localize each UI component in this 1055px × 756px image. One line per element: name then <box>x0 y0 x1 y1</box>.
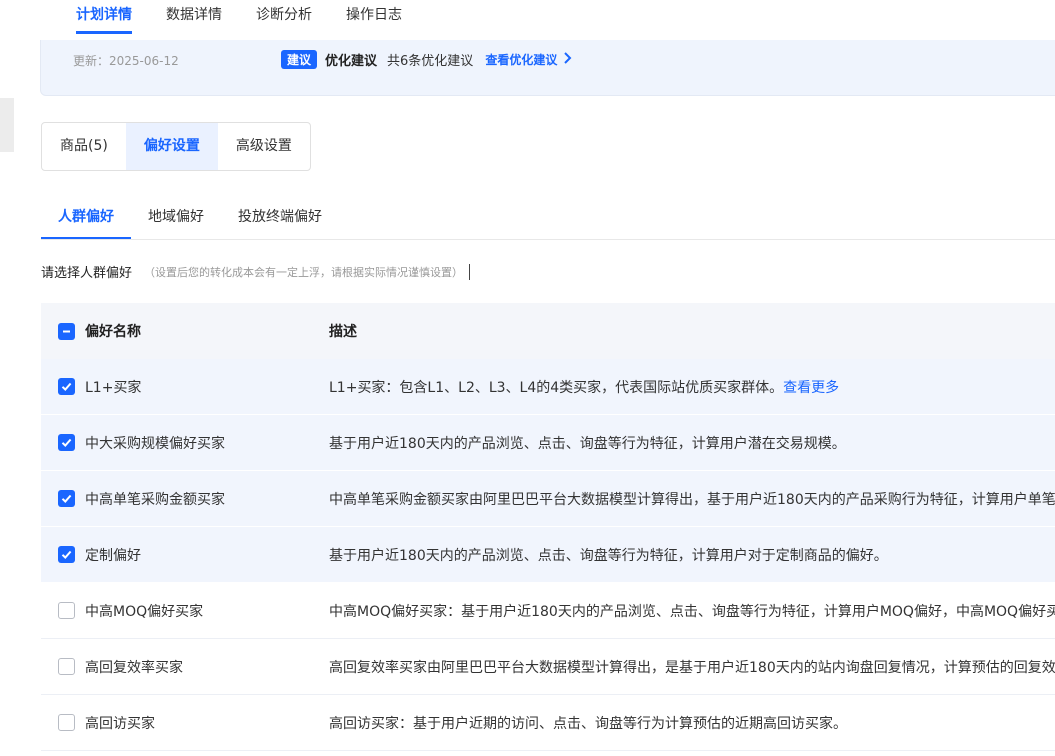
row-name: 中高单笔采购金额买家 <box>85 491 225 508</box>
tab-audience-preference[interactable]: 人群偏好 <box>41 200 131 239</box>
tab-device-preference[interactable]: 投放终端偏好 <box>221 200 339 239</box>
header-description: 描述 <box>329 324 357 340</box>
table-row[interactable]: 中高MOQ偏好买家 中高MOQ偏好买家：基于用户近180天内的产品浏览、点击、询盘… <box>41 583 1055 639</box>
tab-data-details[interactable]: 数据详情 <box>166 0 222 40</box>
tab-diagnosis[interactable]: 诊断分析 <box>256 0 312 40</box>
row-description-cell: 高回复效率买家由阿里巴巴平台大数据模型计算得出，是基于用户近180天内的站内询盘… <box>329 657 1055 677</box>
row-name-cell: 中高MOQ偏好买家 <box>41 601 329 621</box>
suggestion-summary: 建议 优化建议 共6条优化建议 查看优化建议 <box>281 50 572 69</box>
unchecked-checkbox[interactable] <box>58 602 75 619</box>
table-header: 偏好名称 描述 <box>41 303 1055 359</box>
row-name: 高回访买家 <box>85 715 155 732</box>
select-all-checkbox[interactable] <box>58 322 75 340</box>
row-name-cell: 中大采购规模偏好买家 <box>41 433 329 453</box>
row-description-cell: 高回访买家：基于用户近期的访问、点击、询盘等行为计算预估的近期高回访买家。 <box>329 713 1055 733</box>
prompt-label: 请选择人群偏好 <box>41 266 133 281</box>
audience-prompt: 请选择人群偏好 （设置后您的转化成本会有一定上浮，请根据实际情况谨慎设置） <box>41 262 471 281</box>
row-name: 中高MOQ偏好买家 <box>85 603 204 620</box>
check-icon <box>61 550 72 559</box>
table-row[interactable]: 中大采购规模偏好买家 基于用户近180天内的产品浏览、点击、询盘等行为特征，计算用… <box>41 415 1055 471</box>
chevron-right-icon[interactable] <box>563 51 572 68</box>
table-row[interactable]: 高回复效率买家 高回复效率买家由阿里巴巴平台大数据模型计算得出，是基于用户近180… <box>41 639 1055 695</box>
row-description-cell: 中高单笔采购金额买家由阿里巴巴平台大数据模型计算得出，基于用户近180天内的产品… <box>329 489 1055 509</box>
checked-checkbox[interactable] <box>58 434 75 451</box>
row-name-cell: 高回复效率买家 <box>41 657 329 677</box>
tab-operation-log[interactable]: 操作日志 <box>346 0 402 40</box>
row-name: 中大采购规模偏好买家 <box>85 435 225 452</box>
left-edge-panel <box>0 98 14 152</box>
text-caret <box>469 263 471 280</box>
row-description: 高回复效率买家由阿里巴巴平台大数据模型计算得出，是基于用户近180天内的站内询盘… <box>329 659 1055 676</box>
tab-plan-details[interactable]: 计划详情 <box>76 0 132 40</box>
prompt-note: （设置后您的转化成本会有一定上浮，请根据实际情况谨慎设置） <box>144 265 464 279</box>
row-description-cell: 中高MOQ偏好买家：基于用户近180天内的产品浏览、点击、询盘等行为特征，计算用… <box>329 601 1055 621</box>
row-name-cell: 中高单笔采购金额买家 <box>41 489 329 509</box>
update-date: 更新：2025-06-12 <box>73 54 179 68</box>
tab-region-preference[interactable]: 地域偏好 <box>131 200 221 239</box>
check-icon <box>61 438 72 447</box>
check-icon <box>61 382 72 391</box>
unchecked-checkbox[interactable] <box>58 714 75 731</box>
row-description: 基于用户近180天内的产品浏览、点击、询盘等行为特征，计算用户潜在交易规模。 <box>329 435 846 452</box>
table-row[interactable]: 高回访买家 高回访买家：基于用户近期的访问、点击、询盘等行为计算预估的近期高回访买… <box>41 695 1055 751</box>
table-row[interactable]: 定制偏好 基于用户近180天内的产品浏览、点击、询盘等行为特征，计算用户对于定制商… <box>41 527 1055 583</box>
row-description: 中高单笔采购金额买家由阿里巴巴平台大数据模型计算得出，基于用户近180天内的产品… <box>329 491 1055 508</box>
segment-preferences[interactable]: 偏好设置 <box>125 123 218 170</box>
header-name: 偏好名称 <box>85 324 141 340</box>
row-name-cell: L1+买家 <box>41 377 329 397</box>
checked-checkbox[interactable] <box>58 546 75 563</box>
top-tabs: 计划详情 数据详情 诊断分析 操作日志 <box>76 0 436 40</box>
audience-table: 偏好名称 描述 L1+买家 L1+买家：包含L1、L2、L3、L4的4类买家，代表… <box>41 303 1055 751</box>
table-row[interactable]: 中高单笔采购金额买家 中高单笔采购金额买家由阿里巴巴平台大数据模型计算得出，基于用… <box>41 471 1055 527</box>
row-description: L1+买家：包含L1、L2、L3、L4的4类买家，代表国际站优质买家群体。 <box>329 379 784 396</box>
tabs-divider <box>41 239 1055 240</box>
row-description-cell: 基于用户近180天内的产品浏览、点击、询盘等行为特征，计算用户潜在交易规模。 <box>329 433 1055 453</box>
suggestion-title: 优化建议 <box>325 54 378 69</box>
row-description: 中高MOQ偏好买家：基于用户近180天内的产品浏览、点击、询盘等行为特征，计算用… <box>329 603 1055 620</box>
table-row[interactable]: L1+买家 L1+买家：包含L1、L2、L3、L4的4类买家，代表国际站优质买家群… <box>41 359 1055 415</box>
suggestion-banner: 更新：2025-06-12 建议 优化建议 共6条优化建议 查看优化建议 <box>40 40 1055 96</box>
row-name-cell: 定制偏好 <box>41 545 329 565</box>
checked-checkbox[interactable] <box>58 378 75 395</box>
segment-advanced[interactable]: 高级设置 <box>218 123 310 170</box>
row-name-cell: 高回访买家 <box>41 713 329 733</box>
row-description: 基于用户近180天内的产品浏览、点击、询盘等行为特征，计算用户对于定制商品的偏好… <box>329 547 888 564</box>
view-more-link[interactable]: 查看更多 <box>783 380 839 396</box>
row-name: L1+买家 <box>85 379 142 396</box>
row-description: 高回访买家：基于用户近期的访问、点击、询盘等行为计算预估的近期高回访买家。 <box>329 715 847 732</box>
check-icon <box>61 494 72 503</box>
preference-tabs: 人群偏好 地域偏好 投放终端偏好 <box>41 200 339 240</box>
unchecked-checkbox[interactable] <box>58 658 75 675</box>
checked-checkbox[interactable] <box>58 490 75 507</box>
row-name: 定制偏好 <box>85 547 141 564</box>
row-name: 高回复效率买家 <box>85 659 183 676</box>
view-suggestions-link[interactable]: 查看优化建议 <box>485 51 557 68</box>
row-description-cell: L1+买家：包含L1、L2、L3、L4的4类买家，代表国际站优质买家群体。查看更… <box>329 377 1055 397</box>
table-body: L1+买家 L1+买家：包含L1、L2、L3、L4的4类买家，代表国际站优质买家群… <box>41 359 1055 751</box>
segment-products[interactable]: 商品(5) <box>42 123 126 170</box>
row-description-cell: 基于用户近180天内的产品浏览、点击、询盘等行为特征，计算用户对于定制商品的偏好… <box>329 545 1055 565</box>
suggestion-count: 共6条优化建议 <box>387 54 474 69</box>
suggestion-badge: 建议 <box>281 50 318 69</box>
settings-segment: 商品(5) 偏好设置 高级设置 <box>41 122 311 171</box>
